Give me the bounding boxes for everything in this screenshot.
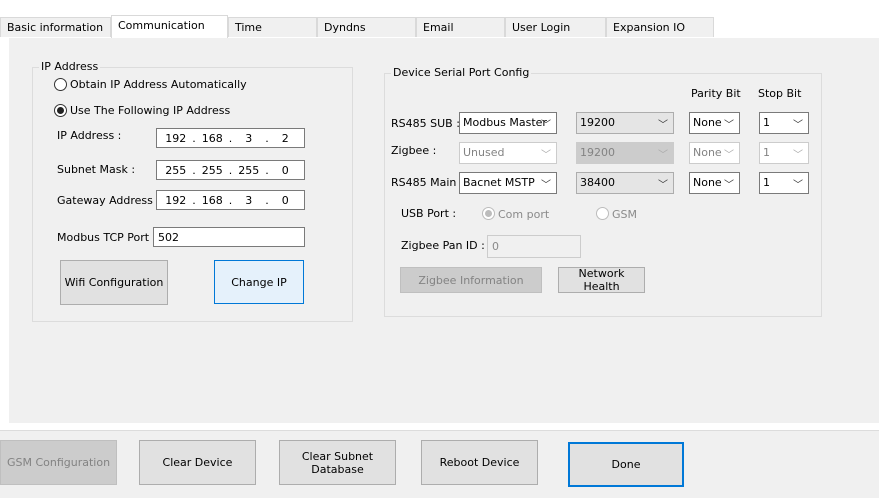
- zigbee-parity-select[interactable]: None ﹀: [689, 142, 740, 164]
- subnet-mask-label: Subnet Mask :: [57, 163, 136, 176]
- subnet-mask-field[interactable]: 255. 255. 255. 0: [156, 160, 305, 180]
- chevron-down-icon: ﹀: [658, 180, 668, 191]
- gsm-configuration-button[interactable]: GSM Configuration: [0, 440, 117, 485]
- rs485-main-stop-select[interactable]: 1 ﹀: [759, 172, 809, 194]
- tab-basic-information[interactable]: Basic information: [0, 17, 111, 37]
- change-ip-button[interactable]: Change IP: [214, 260, 304, 304]
- chevron-down-icon: ﹀: [724, 180, 734, 191]
- gateway-label: Gateway Address :: [57, 194, 161, 207]
- serial-group-legend: Device Serial Port Config: [391, 66, 532, 79]
- clear-subnet-database-button[interactable]: Clear Subnet Database: [279, 440, 396, 485]
- tab-dyndns[interactable]: Dyndns: [317, 17, 416, 37]
- chevron-down-icon: ﹀: [658, 120, 668, 131]
- ip-address-label: IP Address :: [57, 129, 122, 142]
- select-value: Unused: [463, 146, 505, 159]
- chevron-down-icon: ﹀: [541, 150, 551, 161]
- zigbee-pan-id-value: 0: [492, 240, 499, 253]
- usb-gsm-label: GSM: [612, 208, 637, 221]
- ip-group-legend: IP Address: [39, 60, 101, 73]
- select-value: None: [693, 176, 722, 189]
- subnet-octet: 0: [281, 163, 289, 177]
- radio-obtain-auto[interactable]: [54, 78, 67, 91]
- select-value: Bacnet MSTP: [463, 176, 535, 189]
- rs485-sub-label: RS485 SUB :: [391, 117, 460, 130]
- select-value: Modbus Master: [463, 116, 547, 129]
- usb-port-label: USB Port :: [401, 207, 457, 220]
- tab-communication[interactable]: Communication: [111, 15, 228, 38]
- radio-obtain-auto-label: Obtain IP Address Automatically: [70, 78, 247, 91]
- gateway-octet: 3: [245, 193, 253, 207]
- zigbee-baud-select[interactable]: 19200 ﹀: [576, 142, 674, 164]
- gateway-octet: 168: [201, 193, 223, 207]
- select-value: None: [693, 116, 722, 129]
- rs485-sub-baud-select[interactable]: 19200 ﹀: [576, 112, 674, 134]
- chevron-down-icon: ﹀: [658, 150, 668, 161]
- select-value: 19200: [580, 116, 615, 129]
- tab-email[interactable]: Email: [416, 17, 505, 37]
- chevron-down-icon: ﹀: [724, 150, 734, 161]
- select-value: 1: [763, 116, 770, 129]
- chevron-down-icon: ﹀: [793, 180, 803, 191]
- rs485-main-label: RS485 Main :: [391, 176, 464, 189]
- subnet-octet: 255: [238, 163, 260, 177]
- gateway-octet: 0: [281, 193, 289, 207]
- select-value: 1: [763, 176, 770, 189]
- select-value: 38400: [580, 176, 615, 189]
- parity-bit-header: Parity Bit: [691, 87, 741, 100]
- ip-octet: 3: [245, 131, 253, 145]
- rs485-sub-stop-select[interactable]: 1 ﹀: [759, 112, 809, 134]
- chevron-down-icon: ﹀: [793, 150, 803, 161]
- select-value: 1: [763, 146, 770, 159]
- rs485-main-baud-select[interactable]: 38400 ﹀: [576, 172, 674, 194]
- modbus-tcp-port-label: Modbus TCP Port :: [57, 231, 157, 244]
- wifi-configuration-button[interactable]: Wifi Configuration: [60, 260, 168, 305]
- select-value: 19200: [580, 146, 615, 159]
- zigbee-pan-id-field[interactable]: 0: [487, 235, 581, 258]
- zigbee-pan-id-label: Zigbee Pan ID :: [401, 239, 485, 252]
- rs485-main-parity-select[interactable]: None ﹀: [689, 172, 740, 194]
- chevron-down-icon: ﹀: [541, 180, 551, 191]
- gateway-field[interactable]: 192. 168. 3. 0: [156, 190, 305, 210]
- usb-com-port-radio[interactable]: [482, 207, 495, 220]
- zigbee-stop-select[interactable]: 1 ﹀: [759, 142, 809, 164]
- zigbee-mode-select[interactable]: Unused ﹀: [459, 142, 557, 164]
- rs485-sub-mode-select[interactable]: Modbus Master ﹀: [459, 112, 557, 134]
- ip-address-field[interactable]: 192. 168. 3. 2: [156, 128, 305, 148]
- radio-use-following-label: Use The Following IP Address: [70, 104, 231, 117]
- chevron-down-icon: ﹀: [724, 120, 734, 131]
- usb-com-port-label: Com port: [498, 208, 550, 221]
- chevron-down-icon: ﹀: [793, 120, 803, 131]
- network-health-button[interactable]: Network Health: [558, 267, 645, 293]
- ip-octet: 2: [281, 131, 289, 145]
- subnet-octet: 255: [201, 163, 223, 177]
- zigbee-information-button[interactable]: Zigbee Information: [400, 267, 542, 293]
- rs485-main-mode-select[interactable]: Bacnet MSTP ﹀: [459, 172, 557, 194]
- stop-bit-header: Stop Bit: [758, 87, 802, 100]
- tab-expansion-io[interactable]: Expansion IO: [606, 17, 714, 37]
- gateway-octet: 192: [165, 193, 187, 207]
- tab-user-login[interactable]: User Login: [505, 17, 606, 37]
- reboot-device-button[interactable]: Reboot Device: [421, 440, 538, 485]
- done-button[interactable]: Done: [568, 442, 684, 487]
- rs485-sub-parity-select[interactable]: None ﹀: [689, 112, 740, 134]
- select-value: None: [693, 146, 722, 159]
- usb-gsm-radio[interactable]: [596, 207, 609, 220]
- modbus-tcp-port-value: 502: [158, 230, 179, 244]
- radio-use-following[interactable]: [54, 104, 67, 117]
- clear-device-button[interactable]: Clear Device: [139, 440, 256, 485]
- chevron-down-icon: ﹀: [541, 120, 551, 131]
- ip-octet: 168: [201, 131, 223, 145]
- subnet-octet: 255: [165, 163, 187, 177]
- tab-time[interactable]: Time: [228, 17, 317, 37]
- ip-octet: 192: [165, 131, 187, 145]
- modbus-tcp-port-field[interactable]: 502: [153, 227, 305, 247]
- zigbee-label: Zigbee :: [391, 144, 437, 157]
